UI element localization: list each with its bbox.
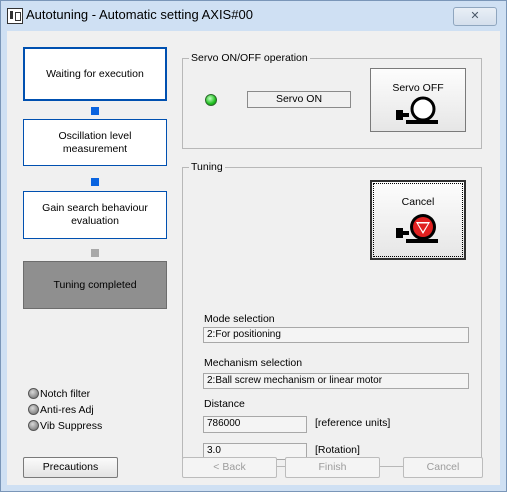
group-title: Tuning — [189, 161, 225, 173]
title-bar: Autotuning - Automatic setting AXIS#00 ✕ — [1, 1, 506, 29]
rotation-unit-label: [Rotation] — [315, 444, 360, 456]
servo-motor-icon — [396, 96, 438, 124]
step-label: Gain search behaviour evaluation — [42, 202, 148, 227]
mode-selection-field: 2:For positioning — [203, 327, 469, 343]
servo-off-button[interactable]: Servo OFF — [370, 68, 466, 132]
step-label: Waiting for execution — [46, 67, 144, 80]
close-icon: ✕ — [470, 10, 480, 22]
step-connector — [91, 249, 99, 257]
step-connector — [91, 178, 99, 186]
tuning-cancel-label: Cancel — [401, 196, 435, 208]
mechanism-selection-label: Mechanism selection — [204, 357, 303, 369]
step-gain-search: Gain search behaviour evaluation — [23, 191, 167, 239]
notch-filter-label: Notch filter — [40, 388, 91, 400]
finish-button[interactable]: Finish — [285, 457, 380, 478]
step-label: Oscillation level measurement — [58, 129, 132, 155]
mode-selection-label: Mode selection — [204, 313, 275, 325]
vib-suppress-indicator-icon — [28, 420, 39, 431]
close-button[interactable]: ✕ — [453, 7, 497, 26]
servo-status-led-icon — [205, 94, 217, 106]
servo-onoff-group: Servo ON/OFF operation Servo ON Servo OF… — [182, 52, 482, 149]
servo-off-label: Servo OFF — [392, 82, 444, 94]
tuning-cancel-button[interactable]: Cancel — [370, 180, 466, 260]
tuning-group: Tuning Cancel Mode selection 2:For posit… — [182, 161, 482, 467]
cancel-button[interactable]: Cancel — [403, 457, 483, 478]
notch-filter-indicator-icon — [28, 388, 39, 399]
precautions-button[interactable]: Precautions — [23, 457, 118, 478]
window-title: Autotuning - Automatic setting AXIS#00 — [26, 7, 253, 22]
step-label: Tuning completed — [53, 278, 137, 291]
step-tuning-completed: Tuning completed — [23, 261, 167, 309]
distance-field: 786000 — [203, 416, 307, 433]
step-oscillation-level: Oscillation level measurement — [23, 119, 167, 166]
back-button[interactable]: < Back — [182, 457, 277, 478]
mechanism-selection-field: 2:Ball screw mechanism or linear motor — [203, 373, 469, 389]
servo-status-display: Servo ON — [247, 91, 351, 108]
distance-label: Distance — [204, 398, 245, 410]
app-icon — [7, 8, 23, 24]
autotuning-window: Autotuning - Automatic setting AXIS#00 ✕… — [0, 0, 507, 492]
step-connector — [91, 107, 99, 115]
group-title: Servo ON/OFF operation — [189, 52, 310, 64]
anti-res-adj-indicator-icon — [28, 404, 39, 415]
dialog-client-area: Waiting for execution Oscillation level … — [7, 31, 500, 485]
stop-motor-icon — [396, 214, 438, 243]
step-waiting-for-execution: Waiting for execution — [23, 47, 167, 101]
vib-suppress-label: Vib Suppress — [40, 420, 103, 432]
anti-res-adj-label: Anti-res Adj — [40, 404, 94, 416]
distance-unit-label: [reference units] — [315, 417, 391, 429]
